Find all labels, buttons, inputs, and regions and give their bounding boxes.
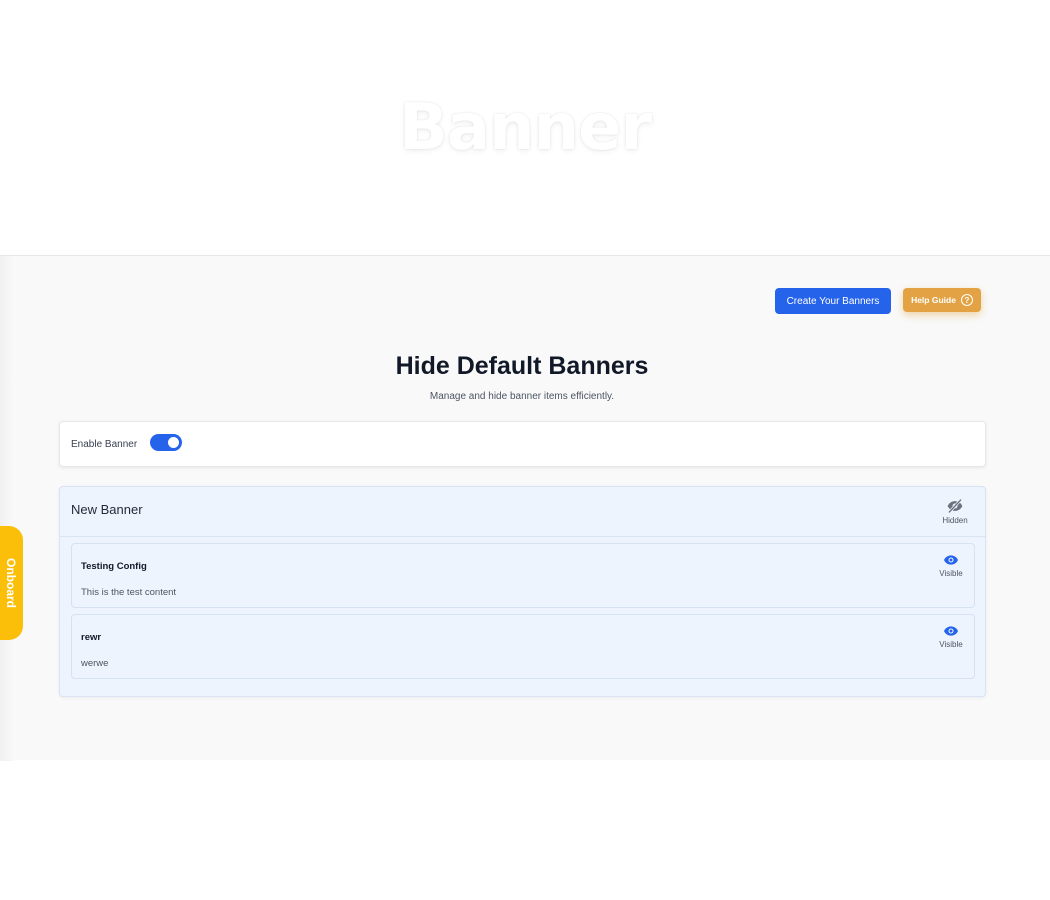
left-edge-strip xyxy=(0,256,14,761)
enable-banner-toggle[interactable] xyxy=(150,434,182,451)
onboard-label: Onboard xyxy=(3,558,18,608)
help-guide-label: Help Guide xyxy=(911,295,956,305)
create-banners-button[interactable]: Create Your Banners xyxy=(775,288,891,314)
banner-item: Testing Config This is the test content … xyxy=(71,543,975,608)
onboard-tab[interactable]: Onboard xyxy=(0,526,23,640)
page-subtitle: Manage and hide banner items efficiently… xyxy=(429,391,615,402)
banner-item-content: This is the test content xyxy=(81,587,177,598)
eye-slash-icon xyxy=(947,499,963,513)
group-divider xyxy=(60,536,985,537)
banner-item-title: rewr xyxy=(81,632,102,643)
eye-icon xyxy=(944,626,958,636)
hero-banner: Banner xyxy=(0,0,1050,255)
banner-item-visibility-toggle[interactable]: Visible xyxy=(934,625,968,649)
enable-banner-label: Enable Banner xyxy=(71,439,138,450)
banner-item-status: Visible xyxy=(939,640,963,649)
help-guide-button[interactable]: Help Guide ? xyxy=(903,288,981,312)
banner-item: rewr werwe Visible xyxy=(71,614,975,679)
banner-item-content: werwe xyxy=(81,658,109,669)
help-circle-icon: ? xyxy=(960,294,973,306)
banner-group-title: New Banner xyxy=(71,502,143,517)
banner-item-status: Visible xyxy=(939,569,963,578)
main-content: Create Your Banners Help Guide ? Hide De… xyxy=(0,255,1050,761)
banner-group-card: New Banner Hidden Testing Config This is… xyxy=(59,486,986,697)
eye-icon xyxy=(944,555,958,565)
banner-group-status: Hidden xyxy=(942,516,968,525)
hero-title: Banner xyxy=(398,90,652,165)
banner-item-visibility-toggle[interactable]: Visible xyxy=(934,554,968,578)
toggle-knob xyxy=(168,437,179,448)
enable-banner-card: Enable Banner xyxy=(59,421,986,467)
banner-group-visibility-toggle[interactable]: Hidden xyxy=(935,499,975,525)
page-title: Hide Default Banners xyxy=(395,352,649,380)
banner-item-title: Testing Config xyxy=(81,561,147,572)
